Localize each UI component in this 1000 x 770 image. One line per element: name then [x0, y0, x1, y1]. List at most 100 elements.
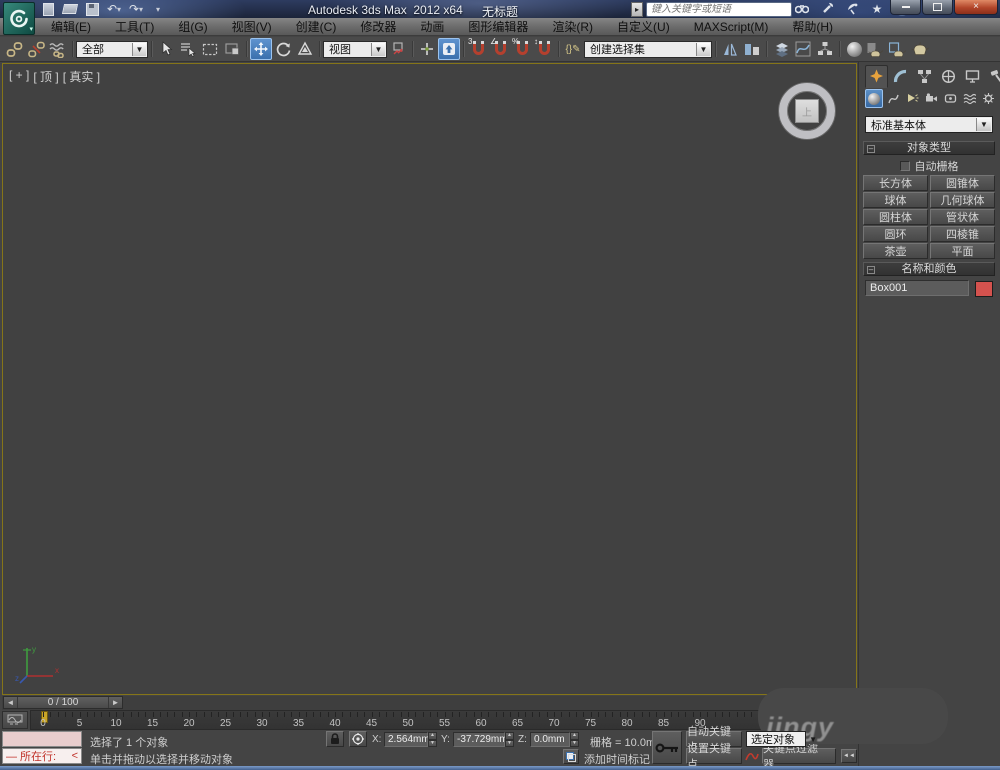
subtab-geometry[interactable] [865, 89, 883, 108]
time-slider-track[interactable]: ◄ 0 / 100 ► [2, 696, 858, 711]
communication-center-icon[interactable] [844, 2, 860, 16]
align-icon[interactable] [741, 38, 763, 60]
selection-set-dropdown[interactable]: 选定对象 ▼ [746, 731, 817, 747]
rollout-name-color[interactable]: – 名称和颜色 [863, 262, 995, 276]
primitive-button[interactable]: 茶壶 [863, 243, 928, 259]
menu-item[interactable]: 创建(C) [285, 18, 348, 35]
search-icon[interactable] [794, 2, 810, 16]
viewport-general-menu[interactable]: [ + ] [9, 68, 29, 85]
use-pivot-point-center-icon[interactable] [387, 38, 409, 60]
x-spinner[interactable]: ▲ ▼ [428, 732, 437, 747]
key-filters-button[interactable]: 关键点过滤器... [762, 743, 836, 770]
y-spinner[interactable]: ▲ ▼ [505, 732, 514, 747]
add-time-tag[interactable]: 添加时间标记 [584, 751, 650, 767]
z-spinner[interactable]: ▲ ▼ [570, 732, 579, 747]
keyboard-shortcut-override-icon[interactable] [438, 38, 460, 60]
spinner-snap-toggle-icon[interactable]: ↕ [533, 38, 555, 60]
primitive-button[interactable]: 圆柱体 [863, 209, 928, 225]
percent-snap-toggle-icon[interactable]: % [511, 38, 533, 60]
previous-frame-icon[interactable]: ◄ [4, 697, 17, 708]
favorites-icon[interactable]: ★ [869, 2, 885, 16]
primitive-button[interactable]: 四棱锥 [930, 226, 995, 242]
curve-editor-icon[interactable] [792, 38, 814, 60]
mirror-icon[interactable] [719, 38, 741, 60]
save-file-icon[interactable] [84, 2, 100, 16]
tab-utilities[interactable] [985, 65, 1000, 88]
maxscript-macro-recorder[interactable] [2, 731, 82, 747]
menu-item[interactable]: 编辑(E) [40, 18, 102, 35]
restore-button[interactable] [922, 0, 953, 15]
default-in-out-tangents-icon[interactable] [744, 748, 760, 763]
select-object-icon[interactable] [155, 38, 177, 60]
angle-snap-toggle-icon[interactable]: ∠ [489, 38, 511, 60]
next-frame-icon[interactable]: ► [109, 697, 122, 708]
open-mini-curve-editor-icon[interactable] [2, 711, 28, 729]
select-and-link-icon[interactable] [3, 38, 25, 60]
object-name-field[interactable]: Box001 [865, 280, 969, 296]
bind-to-space-warp-icon[interactable] [47, 38, 69, 60]
unlink-selection-icon[interactable] [25, 38, 47, 60]
primitive-button[interactable]: 圆环 [863, 226, 928, 242]
rendered-frame-window-icon[interactable] [887, 38, 909, 60]
trackbar-ruler[interactable]: 0 5 10 15 20 25 30 35 40 45 50 55 60 65 70 75 80 85 90 [30, 710, 762, 730]
infocenter-expand-icon[interactable]: ▸ [631, 2, 643, 17]
menu-item[interactable]: 自定义(U) [606, 18, 681, 35]
subscription-center-icon[interactable] [819, 2, 835, 16]
material-editor-icon[interactable] [843, 38, 865, 60]
subtab-systems[interactable] [979, 89, 997, 108]
open-file-icon[interactable] [61, 2, 79, 16]
menu-item[interactable]: 帮助(H) [781, 18, 844, 35]
close-button[interactable]: × [954, 0, 998, 15]
subtab-cameras[interactable] [922, 89, 940, 108]
menu-item[interactable]: MAXScript(M) [683, 20, 780, 34]
layer-manager-icon[interactable] [770, 38, 792, 60]
window-crossing-toggle-icon[interactable] [221, 38, 243, 60]
redo-icon[interactable]: ↷ ▾ [128, 2, 144, 16]
qat-menu-caret-icon[interactable]: ▾ [150, 2, 166, 16]
tab-create[interactable] [865, 65, 888, 88]
subtab-helpers[interactable] [941, 89, 959, 108]
selection-lock-toggle[interactable] [326, 731, 344, 747]
render-production-icon[interactable] [909, 38, 931, 60]
viewport-shading-menu[interactable]: [ 真实 ] [63, 68, 100, 85]
undo-icon[interactable]: ↶ ▾ [106, 2, 122, 16]
select-and-manipulate-icon[interactable] [416, 38, 438, 60]
x-coordinate-field[interactable]: 2.564mm [384, 732, 430, 747]
minimize-button[interactable] [890, 0, 921, 15]
select-and-move-icon[interactable] [250, 38, 272, 60]
selection-filter-dropdown[interactable]: 全部 ▼ [76, 40, 148, 58]
menu-item[interactable]: 图形编辑器 [457, 18, 539, 35]
absolute-mode-transform-icon[interactable] [349, 731, 367, 747]
viewcube-top-face[interactable]: 上 [795, 99, 819, 123]
tab-hierarchy[interactable] [913, 65, 936, 88]
search-input[interactable] [647, 3, 791, 16]
edit-named-selection-sets-icon[interactable]: {}✎ [562, 38, 584, 60]
tab-motion[interactable] [937, 65, 960, 88]
primitive-button[interactable]: 球体 [863, 192, 928, 208]
primitive-button[interactable]: 长方体 [863, 175, 928, 191]
subtab-shapes[interactable] [884, 89, 902, 108]
time-tag-icon[interactable] [563, 749, 579, 764]
menu-item[interactable]: 渲染(R) [541, 18, 604, 35]
primitive-button[interactable]: 平面 [930, 243, 995, 259]
render-setup-icon[interactable] [865, 38, 887, 60]
set-keys-button[interactable] [652, 731, 682, 764]
primitive-button[interactable]: 圆锥体 [930, 175, 995, 191]
snap-toggle-3d-icon[interactable]: 3 [467, 38, 489, 60]
time-slider-handle[interactable]: ◄ 0 / 100 ► [3, 696, 123, 709]
y-coordinate-field[interactable]: -37.729mm [453, 732, 508, 747]
schematic-view-icon[interactable] [814, 38, 836, 60]
rollout-object-type[interactable]: – 对象类型 [863, 141, 995, 155]
new-file-icon[interactable] [40, 2, 56, 16]
subtab-lights[interactable] [903, 89, 921, 108]
reference-coordinate-dropdown[interactable]: 视图 ▼ [323, 40, 387, 58]
menu-item[interactable]: 视图(V) [221, 18, 283, 35]
rectangular-selection-region-icon[interactable] [199, 38, 221, 60]
tab-modify[interactable] [889, 65, 912, 88]
menu-item[interactable]: 组(G) [167, 18, 218, 35]
subtab-space-warps[interactable] [960, 89, 978, 108]
menu-item[interactable]: 动画 [409, 18, 455, 35]
select-by-name-icon[interactable] [177, 38, 199, 60]
go-to-start-icon[interactable]: ◄◄ [841, 749, 857, 763]
primitive-category-dropdown[interactable]: 标准基本体 ▼ [865, 116, 993, 133]
